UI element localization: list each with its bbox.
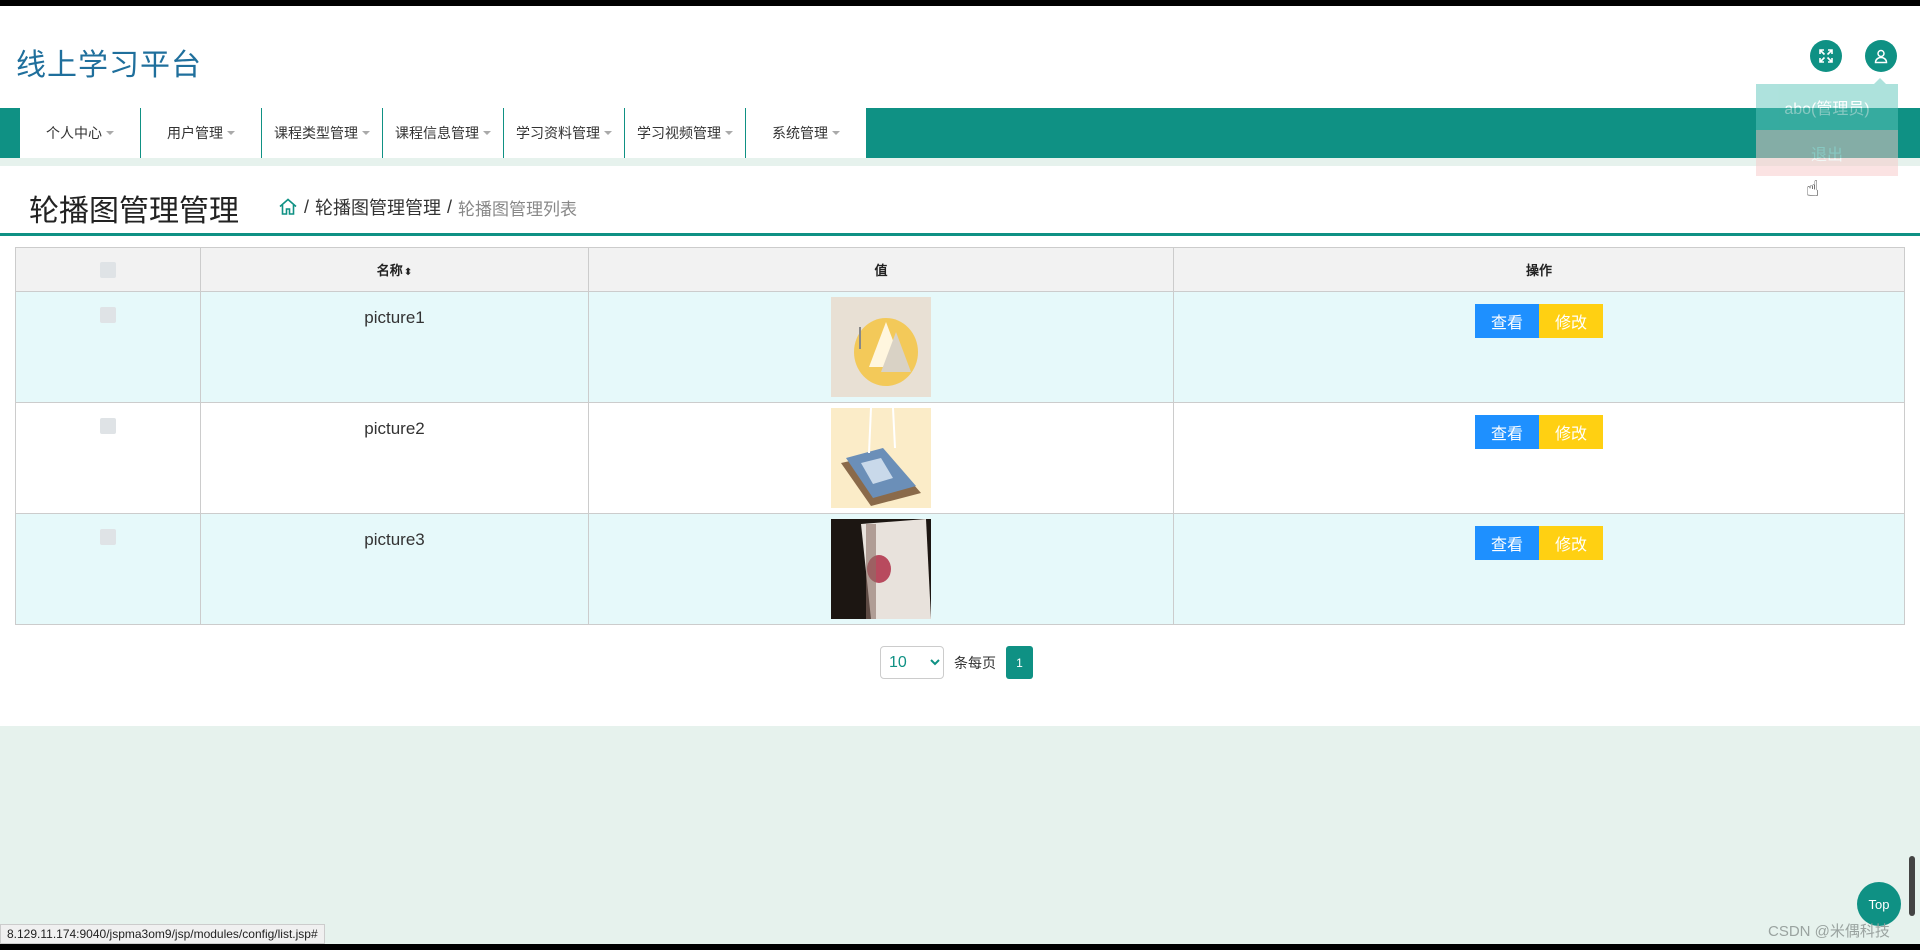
row-checkbox[interactable]: [100, 418, 116, 434]
nav-item-course-info[interactable]: 课程信息管理: [383, 108, 504, 158]
row-actions: 查看 修改: [1475, 304, 1603, 338]
row-actions: 查看 修改: [1475, 415, 1603, 449]
browser-viewport: 线上学习平台 个人中心 用户管理 课程类型管理 课程信息管理 学习资料管理 学习…: [0, 6, 1920, 944]
row-name: picture3: [200, 513, 589, 625]
view-button[interactable]: 查看: [1475, 304, 1539, 338]
nav-items: 个人中心 用户管理 课程类型管理 课程信息管理 学习资料管理 学习视频管理 系统…: [20, 108, 867, 158]
caret-down-icon: [227, 131, 235, 135]
pagination: 10 条每页 1: [880, 646, 1033, 679]
page-footer-area: [0, 726, 1920, 944]
nav-item-materials[interactable]: 学习资料管理: [504, 108, 625, 158]
fullscreen-button[interactable]: [1810, 40, 1842, 72]
breadcrumb-current: 轮播图管理列表: [458, 199, 578, 219]
nav-item-personal-center[interactable]: 个人中心: [20, 108, 141, 158]
row-checkbox[interactable]: [100, 307, 116, 323]
nav-item-user-management[interactable]: 用户管理: [141, 108, 262, 158]
caret-down-icon: [832, 131, 840, 135]
column-header-name[interactable]: 名称⬍: [200, 247, 589, 292]
caret-down-icon: [604, 131, 612, 135]
caret-down-icon: [725, 131, 733, 135]
breadcrumb-level1[interactable]: 轮播图管理管理: [315, 194, 441, 220]
column-header-value: 值: [588, 247, 1174, 292]
edit-button[interactable]: 修改: [1539, 526, 1603, 560]
sort-icon[interactable]: ⬍: [404, 267, 412, 278]
row-actions: 查看 修改: [1475, 526, 1603, 560]
table-header-row: 名称⬍ 值 操作: [15, 247, 1905, 292]
breadcrumb: / 轮播图管理管理 / 轮播图管理列表: [278, 194, 577, 220]
row-name: picture1: [200, 291, 589, 403]
home-icon[interactable]: [278, 197, 298, 217]
select-all-checkbox[interactable]: [100, 261, 116, 278]
page-number-button[interactable]: 1: [1006, 646, 1033, 679]
user-dropdown: abo(管理员) 退出: [1756, 78, 1898, 180]
page-header: 轮播图管理管理 / 轮播图管理管理 / 轮播图管理列表: [0, 166, 1920, 236]
header: 线上学习平台: [0, 6, 1920, 108]
table-row: picture2 查看 修改: [15, 402, 1905, 514]
caret-down-icon: [106, 131, 114, 135]
row-name: picture2: [200, 402, 589, 514]
nav-item-system[interactable]: 系统管理: [746, 108, 867, 158]
nav-item-course-type[interactable]: 课程类型管理: [262, 108, 383, 158]
row-checkbox[interactable]: [100, 529, 116, 545]
site-title: 线上学习平台: [16, 48, 202, 83]
nav-underline: [0, 158, 1920, 166]
per-page-label: 条每页: [954, 654, 996, 671]
caret-down-icon: [362, 131, 370, 135]
carousel-table: 名称⬍ 值 操作 picture1 查看 修改 picture2 查看 修改 p…: [15, 247, 1905, 625]
hand-cursor-icon: ☝: [1806, 176, 1820, 201]
dropdown-username[interactable]: abo(管理员): [1756, 84, 1898, 130]
page-title: 轮播图管理管理: [29, 194, 239, 229]
edit-button[interactable]: 修改: [1539, 304, 1603, 338]
view-button[interactable]: 查看: [1475, 526, 1539, 560]
table-row: picture3 查看 修改: [15, 513, 1905, 625]
edit-button[interactable]: 修改: [1539, 415, 1603, 449]
page-size-select[interactable]: 10: [880, 646, 944, 679]
caret-down-icon: [483, 131, 491, 135]
user-button[interactable]: [1865, 40, 1897, 72]
status-bar-url: 8.129.11.174:9040/jspma3om9/jsp/modules/…: [0, 924, 325, 944]
thumbnail-image[interactable]: [831, 408, 931, 508]
dropdown-logout[interactable]: 退出: [1756, 130, 1898, 176]
data-table-wrap: 名称⬍ 值 操作 picture1 查看 修改 picture2 查看 修改 p…: [15, 247, 1905, 625]
nav-item-videos[interactable]: 学习视频管理: [625, 108, 746, 158]
watermark: CSDN @米偶科技: [1768, 923, 1890, 940]
user-icon: [1874, 49, 1888, 64]
thumbnail-image[interactable]: [831, 519, 931, 619]
scrollbar-thumb[interactable]: [1909, 856, 1915, 916]
main-nav: 个人中心 用户管理 课程类型管理 课程信息管理 学习资料管理 学习视频管理 系统…: [0, 108, 1920, 158]
view-button[interactable]: 查看: [1475, 415, 1539, 449]
thumbnail-image[interactable]: [831, 297, 931, 397]
expand-icon: [1819, 49, 1833, 63]
column-header-action: 操作: [1173, 247, 1905, 292]
table-row: picture1 查看 修改: [15, 291, 1905, 403]
